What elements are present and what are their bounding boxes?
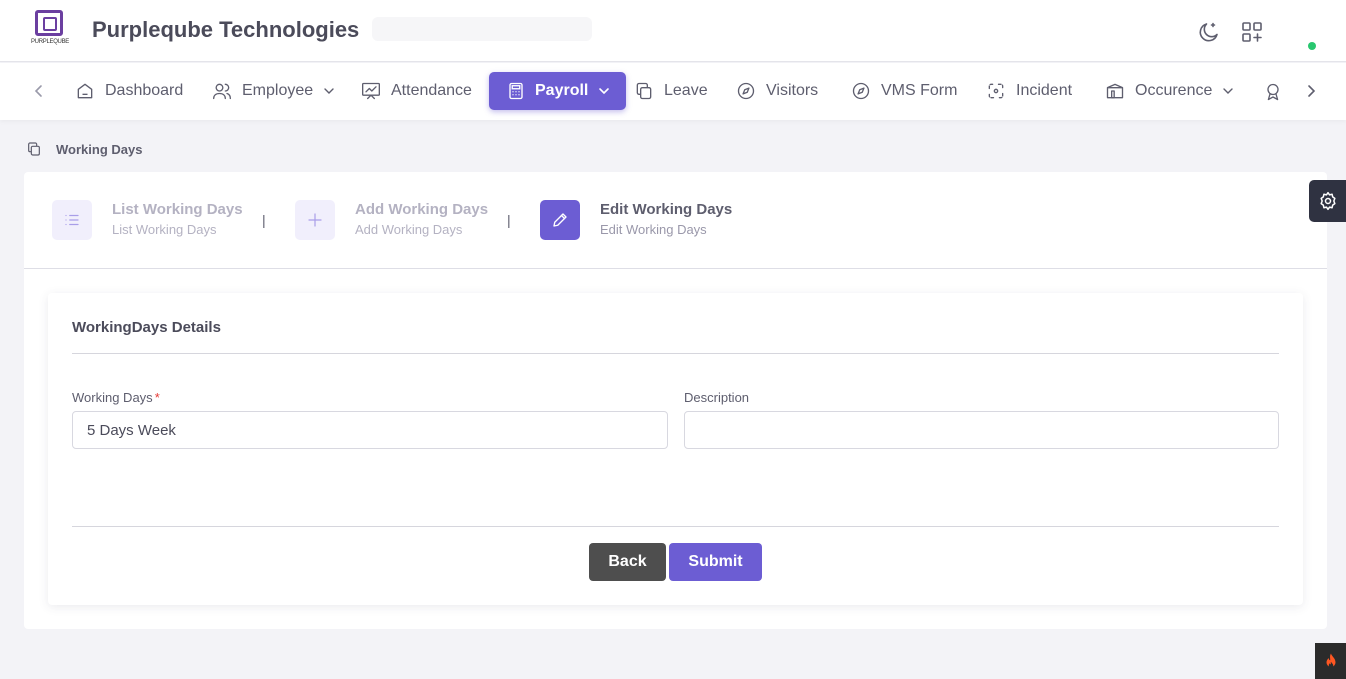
box-icon (1106, 83, 1124, 99)
award-icon[interactable] (1263, 82, 1283, 102)
step-add-working-days[interactable]: Add Working Days Add Working Days (295, 200, 488, 240)
divider (72, 526, 1279, 527)
home-icon (77, 83, 93, 99)
step-edit-working-days[interactable]: Edit Working Days Edit Working Days (540, 200, 732, 240)
company-logo[interactable]: PURPLEQUBE (30, 10, 70, 52)
pencil-icon (553, 213, 567, 227)
main-nav: Dashboard Employee Attendance Payroll Le… (0, 63, 1346, 120)
moon-icon[interactable] (1197, 20, 1221, 44)
step-list-working-days[interactable]: List Working Days List Working Days (52, 200, 243, 240)
nav-item-label: Employee (242, 82, 314, 99)
nav-scroll-left-icon[interactable] (30, 82, 48, 100)
breadcrumb-label: Working Days (56, 141, 143, 157)
theme-settings-button[interactable] (1309, 180, 1346, 222)
step-subtitle: Add Working Days (355, 222, 463, 237)
breadcrumb: Working Days (26, 141, 142, 157)
logo-text: PURPLEQUBE (30, 39, 69, 45)
nav-scroll-right-icon[interactable] (1302, 82, 1320, 100)
divider (72, 353, 1279, 354)
nav-item-label: Attendance (391, 82, 472, 99)
required-mark: * (154, 390, 160, 405)
section-title: WorkingDays Details (72, 319, 221, 336)
presentation-chart-icon (362, 82, 380, 100)
step-title: Edit Working Days (600, 201, 733, 218)
working-days-form: WorkingDays Details Working Days* Descri… (48, 293, 1303, 605)
nav-item-attendance[interactable]: Attendance (361, 72, 472, 110)
chevron-down-icon (324, 88, 334, 94)
flame-icon (1326, 653, 1335, 668)
calculator-icon (509, 82, 523, 100)
nav-item-incident[interactable]: Incident (986, 72, 1072, 110)
compass-icon (737, 82, 755, 100)
nav-item-label: Visitors (766, 82, 819, 99)
nav-item-label: Leave (664, 82, 708, 99)
focus-icon (988, 83, 1004, 99)
flame-widget-button[interactable] (1315, 643, 1346, 679)
nav-item-label: Dashboard (105, 82, 184, 99)
nav-item-leave[interactable]: Leave (634, 72, 708, 110)
nav-item-vms-form[interactable]: VMS Form (851, 72, 957, 110)
nav-item-label: Payroll (535, 82, 589, 99)
working-days-label-text: Working Days (72, 390, 153, 405)
chevron-down-icon (1223, 88, 1234, 94)
submit-button[interactable]: Submit (669, 543, 762, 581)
nav-item-dashboard[interactable]: Dashboard (75, 72, 183, 110)
description-label: Description (684, 390, 750, 405)
gear-icon (1319, 191, 1336, 211)
step-icon-box (295, 200, 335, 240)
company-name: Purpleqube Technologies (92, 17, 360, 42)
apps-grid-icon[interactable] (1240, 20, 1264, 44)
header-blurred-area (372, 17, 592, 41)
step-separator: | (262, 212, 266, 228)
nav-item-label: VMS Form (881, 82, 958, 99)
main-card: List Working Days List Working Days | Ad… (24, 172, 1327, 629)
top-header: PURPLEQUBE Purpleqube Technologies (0, 0, 1346, 62)
description-input[interactable] (684, 411, 1279, 449)
step-title: Add Working Days (355, 201, 489, 218)
step-subtitle: Edit Working Days (600, 222, 707, 237)
working-days-label: Working Days * (72, 390, 160, 405)
online-status-dot (1308, 42, 1316, 50)
step-subtitle: List Working Days (112, 222, 217, 237)
back-button[interactable]: Back (589, 543, 666, 581)
step-icon-box (540, 200, 580, 240)
nav-item-label: Incident (1016, 82, 1073, 99)
nav-item-occurence[interactable]: Occurence (1105, 72, 1234, 110)
nav-item-label: Occurence (1135, 82, 1213, 99)
working-days-input[interactable] (72, 411, 668, 449)
compass-icon (852, 82, 870, 100)
copy-icon (28, 142, 40, 156)
users-icon (213, 83, 231, 100)
copy-icon (636, 82, 652, 100)
chevron-down-icon (599, 88, 610, 95)
step-separator: | (507, 212, 511, 228)
plus-icon (308, 213, 322, 227)
nav-item-employee[interactable]: Employee (212, 72, 335, 110)
step-icon-box (52, 200, 92, 240)
nav-item-payroll[interactable]: Payroll (489, 72, 627, 110)
step-title: List Working Days (112, 201, 243, 218)
wizard-steps: List Working Days List Working Days | Ad… (24, 172, 1327, 269)
list-icon (65, 214, 79, 226)
logo-mark (35, 10, 63, 36)
nav-item-visitors[interactable]: Visitors (736, 72, 818, 110)
